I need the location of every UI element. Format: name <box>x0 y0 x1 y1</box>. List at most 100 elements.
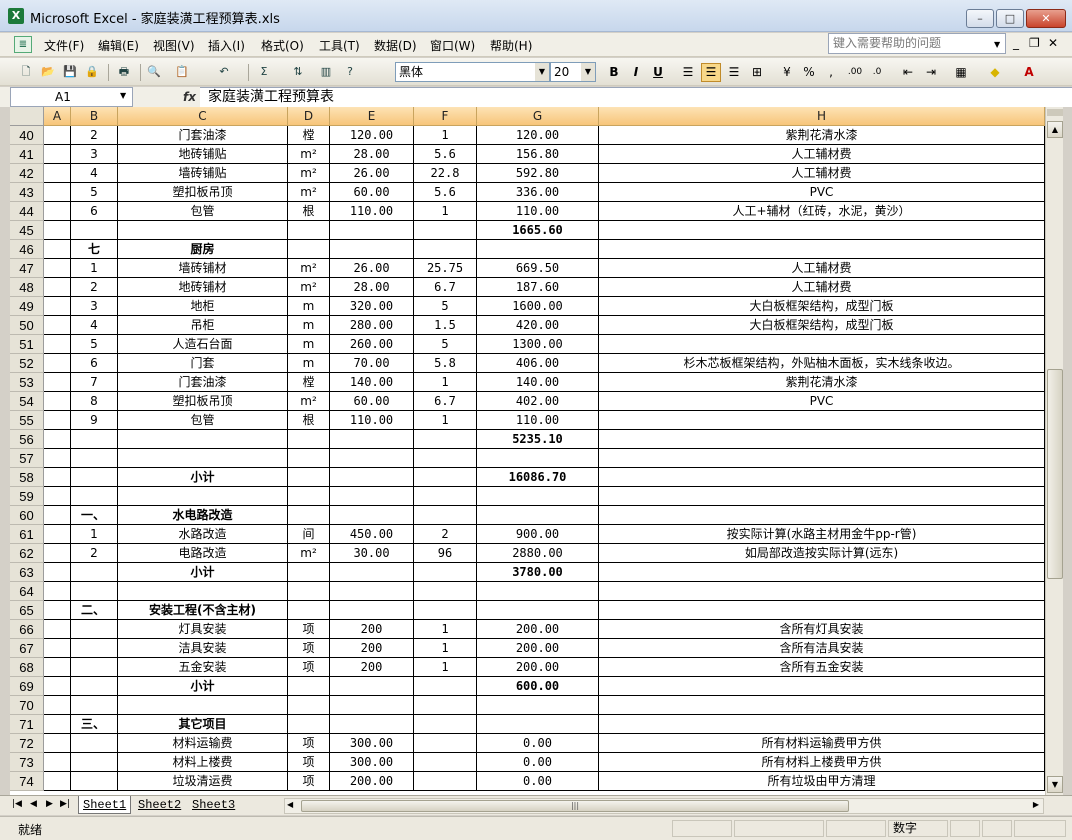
cell-a[interactable] <box>44 734 71 753</box>
cell-h[interactable] <box>599 487 1045 506</box>
cell-b[interactable]: 8 <box>71 392 118 411</box>
cell-c[interactable]: 水路改造 <box>118 525 288 544</box>
cell-a[interactable] <box>44 164 71 183</box>
cell-b[interactable]: 5 <box>71 335 118 354</box>
cell-g[interactable] <box>477 240 599 259</box>
horizontal-scrollbar[interactable]: ◀ ||| ▶ <box>284 798 1044 814</box>
row-header[interactable]: 65 <box>10 601 44 620</box>
cell-d[interactable] <box>288 487 330 506</box>
row-header[interactable]: 67 <box>10 639 44 658</box>
cell-e[interactable]: 60.00 <box>330 392 414 411</box>
cell-b[interactable] <box>71 772 118 791</box>
cell-e[interactable]: 200 <box>330 639 414 658</box>
cell-d[interactable]: 樘 <box>288 126 330 145</box>
bold-button[interactable]: B <box>604 63 624 82</box>
cell-c[interactable]: 材料运输费 <box>118 734 288 753</box>
close-button[interactable]: ✕ <box>1026 9 1066 28</box>
cell-h[interactable]: 杉木芯板框架结构，外贴柚木面板，实木线条收边。 <box>599 354 1045 373</box>
menu-insert[interactable]: 插入(I) <box>208 37 245 54</box>
row-header[interactable]: 51 <box>10 335 44 354</box>
align-left-icon[interactable]: ☰ <box>678 63 698 82</box>
cell-e[interactable] <box>330 601 414 620</box>
cell-b[interactable]: 5 <box>71 183 118 202</box>
cell-h[interactable]: 紫荆花清水漆 <box>599 373 1045 392</box>
cell-f[interactable]: 5.8 <box>414 354 477 373</box>
cell-h[interactable] <box>599 696 1045 715</box>
cell-g[interactable]: 900.00 <box>477 525 599 544</box>
row-header[interactable]: 48 <box>10 278 44 297</box>
cell-h[interactable]: 按实际计算(水路主材用金牛pp-r管) <box>599 525 1045 544</box>
cell-a[interactable] <box>44 278 71 297</box>
cell-g[interactable]: 600.00 <box>477 677 599 696</box>
cell-f[interactable] <box>414 487 477 506</box>
cell-g[interactable]: 140.00 <box>477 373 599 392</box>
sheet-tab-2[interactable]: Sheet2 <box>134 796 185 814</box>
help-icon[interactable]: ? <box>342 64 358 80</box>
cell-f[interactable] <box>414 563 477 582</box>
cell-c[interactable]: 塑扣板吊顶 <box>118 392 288 411</box>
cell-h[interactable] <box>599 221 1045 240</box>
cell-d[interactable]: m² <box>288 183 330 202</box>
cell-a[interactable] <box>44 202 71 221</box>
cell-d[interactable]: 项 <box>288 734 330 753</box>
cell-c[interactable]: 五金安装 <box>118 658 288 677</box>
chart-wizard-icon[interactable]: ▥ <box>318 64 334 80</box>
cell-f[interactable] <box>414 468 477 487</box>
cell-d[interactable]: 根 <box>288 202 330 221</box>
cell-a[interactable] <box>44 753 71 772</box>
vertical-scroll-thumb[interactable] <box>1047 369 1063 579</box>
cell-h[interactable] <box>599 677 1045 696</box>
cell-b[interactable] <box>71 734 118 753</box>
cell-d[interactable] <box>288 563 330 582</box>
cell-a[interactable] <box>44 544 71 563</box>
row-header[interactable]: 66 <box>10 620 44 639</box>
cell-e[interactable]: 26.00 <box>330 259 414 278</box>
cell-e[interactable]: 28.00 <box>330 145 414 164</box>
menu-data[interactable]: 数据(D) <box>374 37 417 54</box>
cell-e[interactable]: 200.00 <box>330 772 414 791</box>
cell-a[interactable] <box>44 772 71 791</box>
cell-e[interactable] <box>330 449 414 468</box>
workbook-restore-button[interactable]: ❐ <box>1029 36 1040 50</box>
increase-indent-icon[interactable]: ⇥ <box>921 63 941 82</box>
cell-c[interactable] <box>118 221 288 240</box>
cell-h[interactable]: 所有材料运输费甲方供 <box>599 734 1045 753</box>
cell-g[interactable]: 200.00 <box>477 658 599 677</box>
cell-f[interactable] <box>414 715 477 734</box>
menu-edit[interactable]: 编辑(E) <box>98 37 139 54</box>
menu-format[interactable]: 格式(O) <box>261 37 304 54</box>
cell-d[interactable]: m <box>288 297 330 316</box>
row-header[interactable]: 54 <box>10 392 44 411</box>
cell-d[interactable]: m² <box>288 145 330 164</box>
cell-c[interactable] <box>118 582 288 601</box>
cell-f[interactable]: 96 <box>414 544 477 563</box>
cell-f[interactable] <box>414 753 477 772</box>
cell-h[interactable] <box>599 449 1045 468</box>
cell-e[interactable] <box>330 487 414 506</box>
cell-e[interactable] <box>330 506 414 525</box>
save-icon[interactable]: 💾 <box>62 64 78 80</box>
cell-c[interactable]: 地砖铺贴 <box>118 145 288 164</box>
next-sheet-icon[interactable]: ▶ <box>46 799 53 809</box>
cell-a[interactable] <box>44 354 71 373</box>
cell-g[interactable]: 110.00 <box>477 411 599 430</box>
decrease-indent-icon[interactable]: ⇤ <box>898 63 918 82</box>
row-header[interactable]: 43 <box>10 183 44 202</box>
cell-b[interactable] <box>71 753 118 772</box>
cell-b[interactable]: 6 <box>71 354 118 373</box>
column-header-e[interactable]: E <box>330 107 414 126</box>
cell-e[interactable] <box>330 677 414 696</box>
cell-b[interactable] <box>71 658 118 677</box>
cell-b[interactable] <box>71 468 118 487</box>
column-header-d[interactable]: D <box>288 107 330 126</box>
cell-e[interactable] <box>330 563 414 582</box>
cell-e[interactable]: 28.00 <box>330 278 414 297</box>
autosum-icon[interactable]: Σ <box>256 64 272 80</box>
cell-a[interactable] <box>44 145 71 164</box>
cell-e[interactable]: 300.00 <box>330 753 414 772</box>
cell-d[interactable]: 根 <box>288 411 330 430</box>
cell-f[interactable] <box>414 240 477 259</box>
cell-a[interactable] <box>44 411 71 430</box>
cell-d[interactable]: m² <box>288 164 330 183</box>
cell-e[interactable]: 26.00 <box>330 164 414 183</box>
